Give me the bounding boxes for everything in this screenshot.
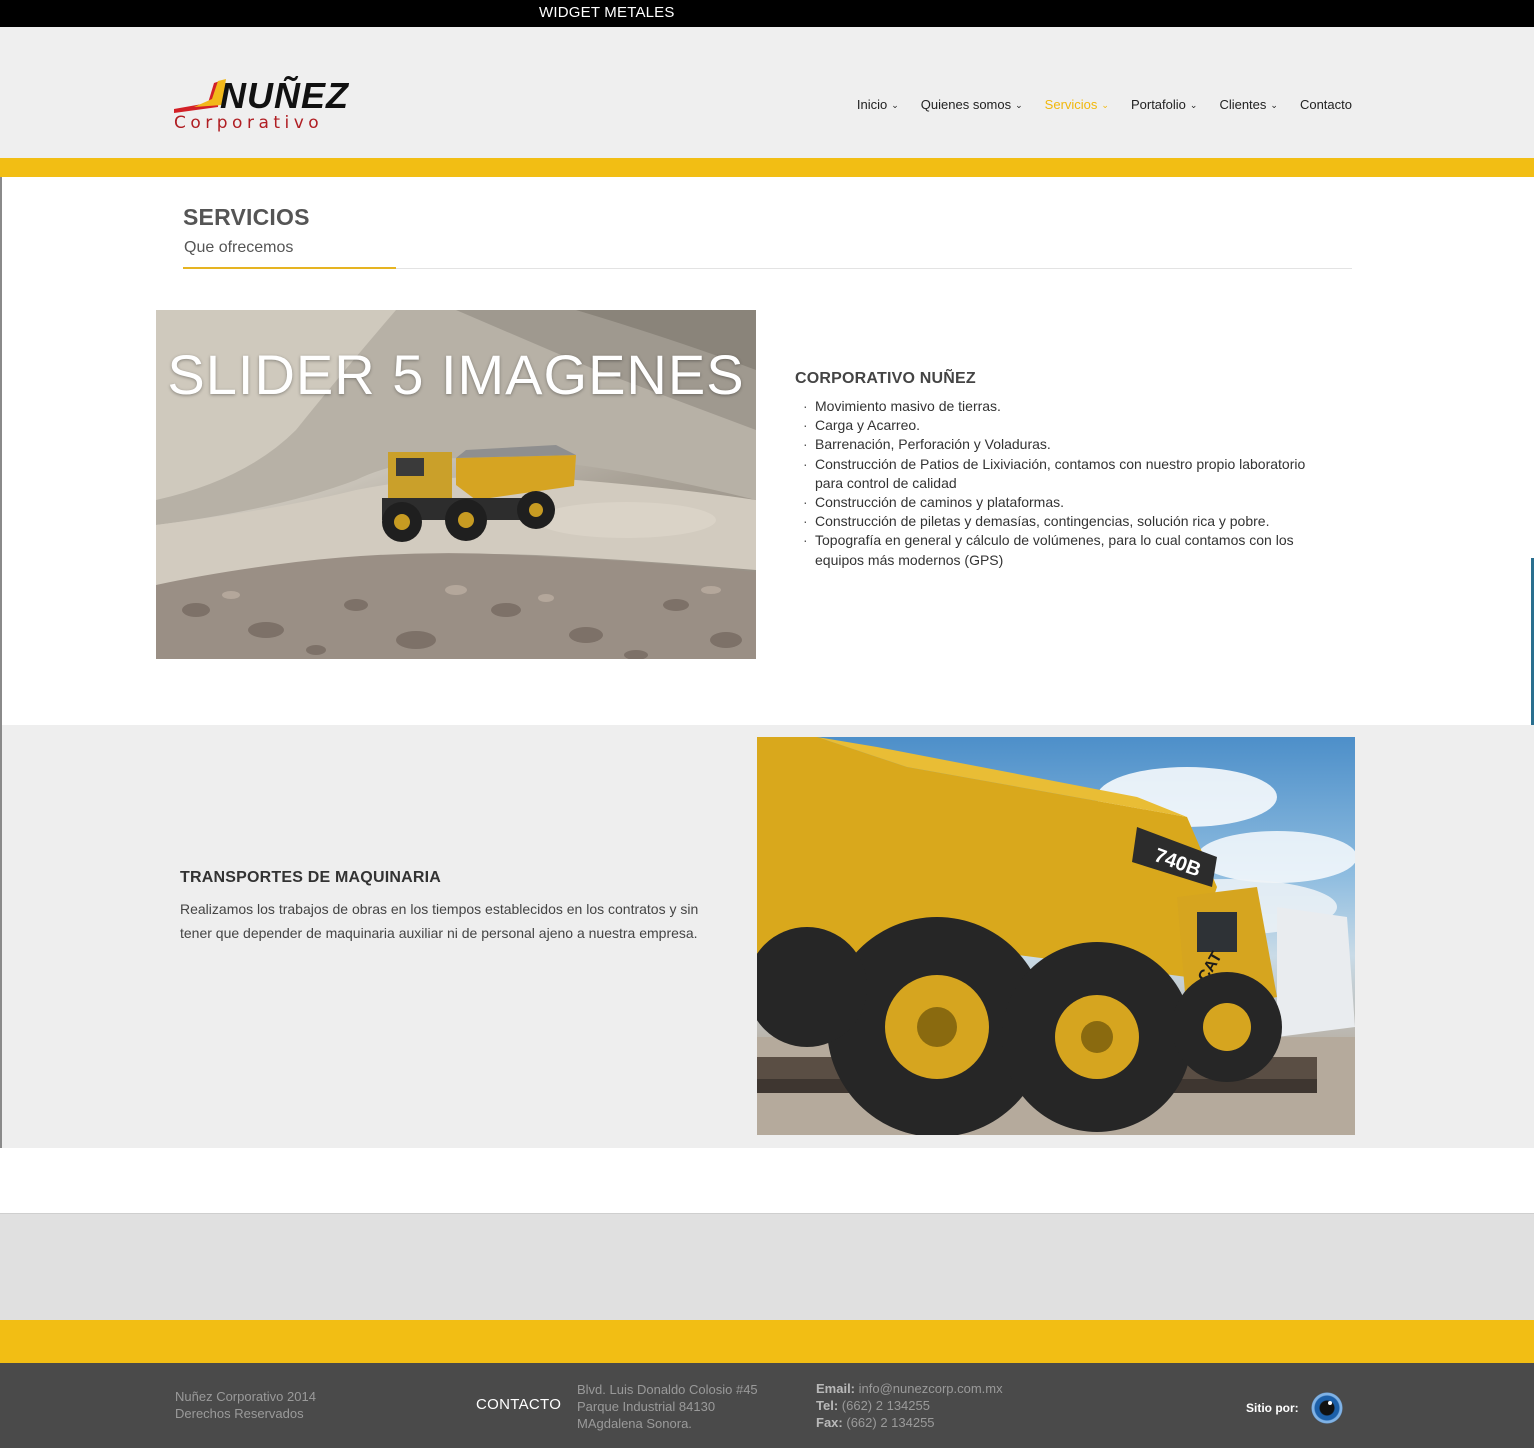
chevron-down-icon: ⌄ bbox=[1270, 100, 1278, 110]
top-bar-label: WIDGET METALES bbox=[539, 4, 675, 21]
tel-row: Tel: (662) 2 134255 bbox=[816, 1397, 1003, 1414]
footer-contact-info: Email: info@nunezcorp.com.mx Tel: (662) … bbox=[816, 1380, 1003, 1431]
email-link[interactable]: info@nunezcorp.com.mx bbox=[859, 1381, 1003, 1396]
transportes-text: Realizamos los trabajos de obras en los … bbox=[180, 901, 699, 941]
image-slider[interactable]: SLIDER 5 IMAGENES bbox=[156, 310, 756, 659]
address-line: Blvd. Luis Donaldo Colosio #45 bbox=[577, 1382, 758, 1397]
address-line: Parque Industrial 84130 bbox=[577, 1399, 716, 1414]
header-accent-stripe bbox=[0, 158, 1534, 177]
nav-item-inicio[interactable]: Inicio ⌄ bbox=[857, 97, 899, 112]
nav-item-contacto[interactable]: Contacto bbox=[1300, 97, 1352, 112]
nav-item-quienes-somos[interactable]: Quienes somos ⌄ bbox=[921, 97, 1023, 112]
chevron-down-icon: ⌄ bbox=[891, 100, 899, 110]
nav-item-portafolio[interactable]: Portafolio ⌄ bbox=[1131, 97, 1197, 112]
tel-label: Tel: bbox=[816, 1398, 839, 1413]
copyright-line: Derechos Reservados bbox=[175, 1406, 304, 1421]
footer-widget-area bbox=[0, 1214, 1534, 1320]
list-item: Topografía en general y cálculo de volúm… bbox=[802, 531, 1322, 569]
nav-item-label: Clientes bbox=[1219, 97, 1267, 112]
list-item: Construcción de piletas y demasías, cont… bbox=[802, 512, 1322, 531]
tel-value: (662) 2 134255 bbox=[841, 1398, 930, 1413]
chevron-down-icon: ⌄ bbox=[1189, 100, 1198, 110]
address-line: MAgdalena Sonora. bbox=[577, 1416, 692, 1431]
list-item: Carga y Acarreo. bbox=[802, 416, 1322, 435]
site-header: NUÑEZ Corporativo Inicio ⌄ Quienes somos… bbox=[0, 27, 1534, 158]
email-row: Email: info@nunezcorp.com.mx bbox=[816, 1380, 1003, 1397]
top-bar: WIDGET METALES bbox=[0, 0, 1534, 27]
nav-item-label: Quienes somos bbox=[920, 97, 1012, 112]
nav-item-label: Servicios bbox=[1044, 97, 1098, 112]
footer-contact-heading: CONTACTO bbox=[476, 1396, 562, 1413]
nav-item-servicios[interactable]: Servicios ⌄ bbox=[1045, 97, 1109, 112]
email-label: Email: bbox=[816, 1381, 856, 1396]
fax-value: (662) 2 134255 bbox=[846, 1415, 935, 1430]
page-title: SERVICIOS bbox=[183, 204, 310, 230]
list-item: Construcción de Patios de Lixiviación, c… bbox=[802, 455, 1322, 493]
title-accent-underline bbox=[183, 267, 396, 269]
articulated-truck-illustration: 740B CAT bbox=[757, 737, 1355, 1135]
transportes-title: TRANSPORTES DE MAQUINARIA bbox=[180, 869, 442, 886]
corporativo-title: CORPORATIVO NUÑEZ bbox=[795, 370, 976, 387]
services-list: Movimiento masivo de tierras. Carga y Ac… bbox=[802, 397, 1322, 570]
page-subtitle: Que ofrecemos bbox=[184, 239, 294, 256]
fax-label: Fax: bbox=[816, 1415, 843, 1430]
chevron-down-icon: ⌄ bbox=[1015, 100, 1023, 110]
footer-address: Blvd. Luis Donaldo Colosio #45 Parque In… bbox=[577, 1381, 758, 1432]
nav-item-clientes[interactable]: Clientes ⌄ bbox=[1219, 97, 1278, 112]
footer-accent-stripe bbox=[0, 1320, 1534, 1363]
site-by-label: Sitio por: bbox=[1246, 1401, 1299, 1415]
logo[interactable]: NUÑEZ Corporativo bbox=[172, 75, 382, 135]
list-item: Construcción de caminos y plataformas. bbox=[802, 493, 1322, 512]
logo-subtitle: Corporativo bbox=[174, 113, 324, 133]
nav-item-label: Contacto bbox=[1299, 97, 1352, 112]
nav-item-label: Inicio bbox=[856, 97, 888, 112]
fax-row: Fax: (662) 2 134255 bbox=[816, 1414, 1003, 1431]
slider-caption: SLIDER 5 IMAGENES bbox=[167, 343, 745, 406]
developer-eye-icon[interactable] bbox=[1311, 1392, 1343, 1424]
list-item: Movimiento masivo de tierras. bbox=[802, 397, 1322, 416]
chevron-down-icon: ⌄ bbox=[1101, 100, 1109, 110]
copyright-line: Nuñez Corporativo 2014 bbox=[175, 1389, 316, 1404]
main-nav: Inicio ⌄ Quienes somos ⌄ Servicios ⌄ Por… bbox=[835, 97, 1352, 112]
nav-item-label: Portafolio bbox=[1130, 97, 1186, 112]
truck-transport-photo: 740B CAT bbox=[757, 737, 1355, 1135]
logo-name: NUÑEZ bbox=[220, 75, 349, 116]
list-item: Barrenación, Perforación y Voladuras. bbox=[802, 435, 1322, 454]
copyright: Nuñez Corporativo 2014 Derechos Reservad… bbox=[175, 1388, 316, 1422]
